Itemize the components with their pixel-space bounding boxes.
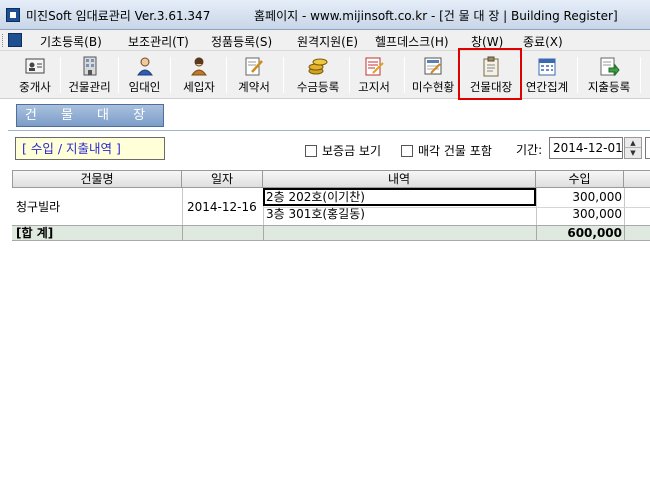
include-sold-checkbox[interactable]: 매각 건물 포함 — [401, 142, 492, 159]
spin-up-icon[interactable]: ▲ — [625, 138, 641, 148]
tenant-person-icon — [191, 57, 207, 76]
toolbar-label: 수금등록 — [296, 80, 340, 94]
contract-pen-icon — [245, 57, 263, 76]
cell-income: 300,000 — [572, 190, 622, 204]
menu-aux-management[interactable]: 보조관리(T) — [128, 33, 189, 50]
overdue-chart-icon — [424, 57, 442, 75]
toolbar-separator — [283, 57, 284, 93]
spin-down-icon[interactable]: ▼ — [625, 148, 641, 158]
checkbox-label: 매각 건물 포함 — [418, 144, 492, 158]
toolbar-collection-button[interactable]: 수금등록 — [290, 53, 346, 97]
toolbar-label: 세입자 — [183, 80, 215, 94]
column-divider — [536, 226, 537, 241]
toolbar-expense-button[interactable]: 지출등록 — [582, 53, 636, 97]
toolbar-overdue-button[interactable]: 미수현황 — [408, 53, 458, 97]
building-icon — [83, 56, 96, 76]
window-title: 홈페이지 - www.mijinsoft.co.kr - [건 물 대 장 | … — [254, 9, 618, 23]
show-deposit-checkbox[interactable]: 보증금 보기 — [305, 142, 381, 159]
date-spinner[interactable]: ▲ ▼ — [624, 137, 642, 159]
column-divider — [182, 226, 183, 241]
toolbar-separator — [577, 57, 578, 93]
toolbar-label: 임대인 — [128, 80, 161, 94]
toolbar-contract-button[interactable]: 계약서 — [229, 53, 279, 97]
total-income: 600,000 — [567, 226, 622, 240]
toolbar-landlord-button[interactable]: 임대인 — [121, 53, 168, 97]
toolbar-label: 미수현황 — [411, 80, 455, 94]
menu-license-registration[interactable]: 정품등록(S) — [211, 33, 272, 50]
toolbar-annual-summary-button[interactable]: 연간집계 — [521, 53, 573, 97]
toolbar-label: 건물관리 — [68, 80, 111, 94]
menu-exit[interactable]: 종료(X) — [523, 33, 563, 50]
toolbar-separator — [404, 57, 405, 93]
menu-helpdesk[interactable]: 헬프데스크(H) — [375, 33, 449, 50]
toolbar-notice-button[interactable]: 고지서 — [352, 53, 396, 97]
toolbar-separator — [640, 57, 641, 93]
column-divider — [263, 226, 264, 241]
checkbox-box[interactable] — [401, 145, 413, 157]
menu-bar: 기초등록(B) 보조관리(T) 정품등록(S) 원격지원(E) 헬프데스크(H)… — [0, 30, 650, 51]
toolbar-label: 지출등록 — [587, 80, 631, 94]
period-end-date-input[interactable] — [645, 137, 650, 159]
cell-detail: 3층 301호(홍길동) — [266, 207, 365, 221]
landlord-person-icon — [136, 57, 153, 76]
toolbar-separator — [349, 57, 350, 93]
period-label: 기간: — [516, 143, 543, 157]
toolbar-tenant-button[interactable]: 세입자 — [174, 53, 224, 97]
toolbar-separator — [118, 57, 119, 93]
notice-icon — [365, 57, 384, 76]
cell-date: 2014-12-16 — [187, 200, 257, 214]
app-icon — [6, 8, 20, 22]
toolbar-broker-button[interactable]: 중개사 — [12, 53, 58, 97]
menu-basic-registration[interactable]: 기초등록(B) — [40, 33, 102, 50]
mdi-child-icon[interactable] — [8, 33, 22, 47]
toolbar-separator — [170, 57, 171, 93]
expense-arrow-icon — [600, 57, 620, 77]
toolbar: 중개사 건물관리 임대인 세입자 계약서 수금등록 고지서 미수현황 건물대장 … — [0, 51, 650, 99]
period-start-date-input[interactable]: 2014-12-01 — [549, 137, 623, 159]
divider — [8, 130, 650, 131]
contact-card-icon — [25, 58, 45, 74]
checkbox-box[interactable] — [305, 145, 317, 157]
toolbar-separator — [60, 57, 61, 93]
toolbar-label: 계약서 — [238, 80, 270, 94]
selected-cell[interactable] — [263, 188, 536, 206]
toolbar-label: 고지서 — [358, 80, 390, 94]
section-label: [ 수입 / 지출내역 ] — [15, 137, 165, 160]
menu-grip — [2, 34, 5, 47]
page-title-button[interactable]: 건 물 대 장 — [16, 104, 164, 127]
app-title: 미진Soft 임대료관리 Ver.3.61.347 — [26, 9, 211, 23]
highlight-box — [458, 48, 522, 100]
calendar-icon — [538, 58, 556, 76]
toolbar-building-manage-button[interactable]: 건물관리 — [63, 53, 116, 97]
column-header-date[interactable]: 일자 — [182, 170, 263, 188]
column-divider — [624, 226, 625, 241]
total-label: [합 계] — [16, 226, 54, 240]
column-header-detail[interactable]: 내역 — [263, 170, 536, 188]
column-header-building[interactable]: 건물명 — [12, 170, 182, 188]
title-bar: 미진Soft 임대료관리 Ver.3.61.347 홈페이지 - www.mij… — [0, 0, 650, 30]
column-header-income[interactable]: 수입 — [536, 170, 624, 188]
coins-icon — [308, 58, 328, 75]
column-header-extra — [624, 170, 650, 188]
checkbox-label: 보증금 보기 — [322, 144, 382, 158]
toolbar-label: 연간집계 — [525, 80, 569, 94]
menu-remote-support[interactable]: 원격지원(E) — [297, 33, 358, 50]
cell-income: 300,000 — [572, 207, 622, 221]
toolbar-separator — [226, 57, 227, 93]
cell-building: 청구빌라 — [16, 200, 61, 214]
toolbar-label: 중개사 — [19, 80, 51, 94]
